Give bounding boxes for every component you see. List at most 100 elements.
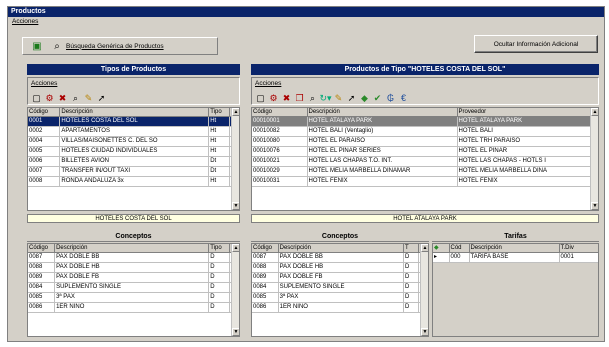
table-cell: HOTEL BALI (Ventaglio) — [307, 126, 458, 137]
scroll-up-icon[interactable]: ▲ — [421, 244, 428, 252]
conceptos-right-header-codigo[interactable]: Código — [252, 244, 279, 253]
conceptos-left-header-codigo[interactable]: Código — [28, 244, 56, 253]
conceptos-left-header-descripcion[interactable]: Descripción — [54, 244, 210, 253]
ocultar-info-button[interactable]: Ocultar Información Adicional — [474, 35, 598, 53]
table-cell: HOTELES COSTA DEL SOL — [59, 116, 210, 127]
edit-icon[interactable]: ⚙ — [268, 93, 279, 104]
table-cell: PAX DOBLE FB — [54, 272, 210, 283]
table-cell: 3ª PAX — [278, 292, 404, 303]
tarifas-panel: Tarifas ◆ Cód Descripción T.Div ▸ 000 TARI… — [432, 232, 599, 337]
productos-grid[interactable]: Código Descripción Proveedor 00010001 HOT… — [251, 107, 599, 211]
table-row[interactable]: 00010082 HOTEL BALI (Ventaglio) HOTEL BALI — [252, 126, 598, 137]
conceptos-right-scrollbar[interactable]: ▲ ▼ — [420, 244, 428, 336]
euro-icon[interactable]: € — [398, 93, 409, 104]
window-title: Productos — [8, 7, 604, 17]
scroll-up-icon[interactable]: ▲ — [232, 244, 239, 252]
productos-header-proveedor[interactable]: Proveedor — [457, 108, 591, 117]
table-row[interactable]: 0086 1ER NIÑO D — [28, 302, 239, 313]
table-cell: HOTEL LAS CHAPAS - HOTLS I — [457, 156, 591, 167]
table-cell: 0006 — [28, 156, 61, 167]
find-icon[interactable]: ⌕ — [307, 93, 318, 104]
tipos-scrollbar[interactable]: ▲ ▼ — [231, 108, 239, 210]
scroll-down-icon[interactable]: ▼ — [421, 328, 428, 336]
scroll-up-icon[interactable]: ▲ — [232, 108, 239, 116]
productos-scrollbar[interactable]: ▲ ▼ — [590, 108, 598, 210]
tipos-acciones-label[interactable]: Acciones — [31, 80, 57, 87]
table-row[interactable]: 0085 3ª PAX D — [28, 292, 239, 303]
conceptos-left-scrollbar[interactable]: ▲ ▼ — [231, 244, 239, 336]
table-row[interactable]: 0086 1ER NIÑO D — [252, 302, 428, 313]
table-cell: D — [403, 292, 419, 303]
arrow-icon[interactable]: ➚ — [96, 93, 107, 104]
new-icon[interactable]: ▢ — [255, 93, 266, 104]
table-cell: RONDA ANDALUZA 3x — [59, 176, 210, 187]
tarifas-grid[interactable]: ◆ Cód Descripción T.Div ▸ 000 TARIFA BASE 0… — [432, 243, 599, 337]
conceptos-left-header-tipo[interactable]: Tipo — [208, 244, 231, 253]
delete-icon[interactable]: ✖ — [57, 93, 68, 104]
table-row[interactable]: 0084 SUPLEMENTO SINGLE D — [28, 282, 239, 293]
table-cell: 00010080 — [252, 136, 308, 147]
productos-header-codigo[interactable]: Código — [252, 108, 308, 117]
table-row[interactable]: 0088 PAX DOBLE HB D — [28, 262, 239, 273]
table-row[interactable]: 00010076 HOTEL EL PINAR SERIES HOTEL EL PI… — [252, 146, 598, 157]
find-icon[interactable]: ⌕ — [70, 93, 81, 104]
table-row[interactable]: 0002 APARTAMENTOS Ht — [28, 126, 239, 137]
table-row[interactable]: 0089 PAX DOBLE FB D — [252, 272, 428, 283]
table-cell: HOTEL MELIA MARBELLA DINA — [457, 166, 591, 177]
table-row[interactable]: 00010029 HOTEL MELIA MARBELLA DINAMAR HOTE… — [252, 166, 598, 177]
scroll-down-icon[interactable]: ▼ — [591, 202, 598, 210]
arrow-icon[interactable]: ➚ — [346, 93, 357, 104]
table-row[interactable]: 0087 PAX DOBLE BB D — [28, 252, 239, 263]
menu-acciones[interactable]: Acciones — [12, 18, 38, 25]
export-icon[interactable]: ▣ — [31, 40, 43, 52]
table-row[interactable]: 0004 VILLAS/MAISONETTES C. DEL SO Ht — [28, 136, 239, 147]
check-icon[interactable]: ✔ — [372, 93, 383, 104]
table-row[interactable]: 00010021 HOTEL LAS CHAPAS T.O. INT. HOTEL … — [252, 156, 598, 167]
dropdown-icon[interactable]: ↻▾ — [319, 93, 331, 104]
productos-header-descripcion[interactable]: Descripción — [307, 108, 458, 117]
table-row[interactable]: ▸ 000 TARIFA BASE 0001 — [433, 252, 598, 263]
conceptos-right-grid[interactable]: Código Descripción T 0087 PAX DOBLE BB D 00… — [251, 243, 429, 337]
table-row[interactable]: 0008 RONDA ANDALUZA 3x Ht — [28, 176, 239, 187]
scroll-down-icon[interactable]: ▼ — [232, 202, 239, 210]
table-row[interactable]: 00010001 HOTEL ATALAYA PARK HOTEL ATALAYA … — [252, 116, 598, 127]
table-row[interactable]: 0001 HOTELES COSTA DEL SOL Ht — [28, 116, 239, 127]
scroll-down-icon[interactable]: ▼ — [232, 328, 239, 336]
productos-acciones-label[interactable]: Acciones — [255, 80, 281, 87]
tipos-header-tipo[interactable]: Tipo — [208, 108, 231, 117]
table-cell: 0084 — [28, 282, 56, 293]
table-row[interactable]: 00010031 HOTEL FENIX HOTEL FENIX — [252, 176, 598, 187]
table-row[interactable]: 0089 PAX DOBLE FB D — [28, 272, 239, 283]
table-cell: HOTEL EL PINAR — [457, 146, 591, 157]
table-row[interactable]: 0087 PAX DOBLE BB D — [252, 252, 428, 263]
new-icon[interactable]: ▢ — [31, 93, 42, 104]
table-row[interactable]: 00010080 HOTEL EL PARAISO HOTEL TRH PARAIS… — [252, 136, 598, 147]
pencil-icon[interactable]: ✎ — [333, 93, 344, 104]
currency-icon[interactable]: ₲ — [385, 93, 396, 104]
copy-icon[interactable]: ❐ — [294, 93, 305, 104]
table-row[interactable]: 0084 SUPLEMENTO SINGLE D — [252, 282, 428, 293]
pencil-icon[interactable]: ✎ — [83, 93, 94, 104]
table-row[interactable]: 0005 HOTELES CIUDAD INDIVIDUALES Ht — [28, 146, 239, 157]
delete-icon[interactable]: ✖ — [281, 93, 292, 104]
search-products-button[interactable]: ⌕ Búsqueda Genérica de Productos — [51, 40, 163, 52]
edit-icon[interactable]: ⚙ — [44, 93, 55, 104]
conceptos-right-header-t[interactable]: T — [403, 244, 419, 253]
conceptos-left-grid[interactable]: Código Descripción Tipo 0087 PAX DOBLE BB… — [27, 243, 240, 337]
scroll-up-icon[interactable]: ▲ — [591, 108, 598, 116]
tipos-grid[interactable]: Código Descripción Tipo 0001 HOTELES COST… — [27, 107, 240, 211]
tarifas-header-cod[interactable]: Cód — [449, 244, 470, 253]
table-row[interactable]: 0085 3ª PAX D — [252, 292, 428, 303]
tarifas-header-descripcion[interactable]: Descripción — [469, 244, 560, 253]
conceptos-right-header-descripcion[interactable]: Descripción — [278, 244, 404, 253]
tipos-header-descripcion[interactable]: Descripción — [59, 108, 210, 117]
table-cell: 00010082 — [252, 126, 308, 137]
tarifas-header-tdiv[interactable]: T.Div — [559, 244, 598, 253]
table-cell: 00010021 — [252, 156, 308, 167]
tag-icon[interactable]: ◆ — [359, 93, 370, 104]
tipos-header-codigo[interactable]: Código — [28, 108, 61, 117]
table-row[interactable]: 0006 BILLETES AVION Dt — [28, 156, 239, 167]
table-row[interactable]: 0007 TRANSFER IN/OUT TAXI Dt — [28, 166, 239, 177]
table-row[interactable]: 0088 PAX DOBLE HB D — [252, 262, 428, 273]
table-cell: 0004 — [28, 136, 61, 147]
